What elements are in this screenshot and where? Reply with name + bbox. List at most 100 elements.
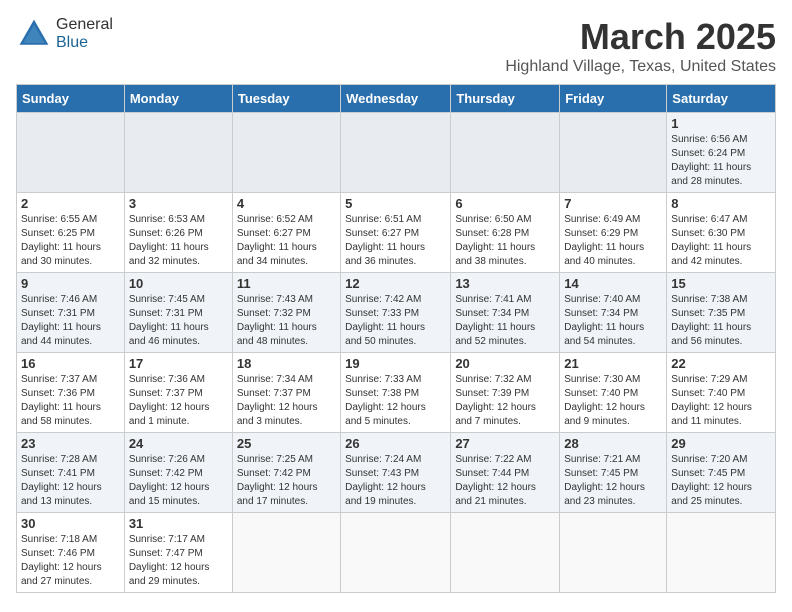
day-info: Sunrise: 7:22 AM Sunset: 7:44 PM Dayligh… xyxy=(455,453,555,509)
calendar-cell: 17Sunrise: 7:36 AM Sunset: 7:37 PM Dayli… xyxy=(124,353,232,433)
day-info: Sunrise: 7:28 AM Sunset: 7:41 PM Dayligh… xyxy=(21,453,120,509)
calendar-cell: 3 Sunrise: 6:53 AM Sunset: 6:26 PM Daylig… xyxy=(124,193,232,273)
calendar-cell: 16 Sunrise: 7:37 AM Sunset: 7:36 PM Dayli… xyxy=(17,353,125,433)
day-info: Sunrise: 7:43 AM Sunset: 7:32 PM Dayligh… xyxy=(237,293,336,349)
day-number: 6 xyxy=(455,196,555,211)
day-info: Sunrise: 7:24 AM Sunset: 7:43 PM Dayligh… xyxy=(345,453,446,509)
day-header-sunday: Sunday xyxy=(17,85,125,113)
day-number: 20 xyxy=(455,356,555,371)
month-title: March 2025 xyxy=(505,16,776,58)
day-header-tuesday: Tuesday xyxy=(232,85,340,113)
calendar-cell: 5Sunrise: 6:51 AM Sunset: 6:27 PM Daylig… xyxy=(341,193,451,273)
day-info: Sunrise: 6:56 AM Sunset: 6:24 PM Dayligh… xyxy=(671,133,771,189)
day-number: 30 xyxy=(21,516,120,531)
calendar-cell xyxy=(232,113,340,193)
day-info: Sunrise: 7:34 AM Sunset: 7:37 PM Dayligh… xyxy=(237,373,336,429)
day-number: 24 xyxy=(129,436,228,451)
day-info: Sunrise: 7:29 AM Sunset: 7:40 PM Dayligh… xyxy=(671,373,771,429)
day-info: Sunrise: 7:41 AM Sunset: 7:34 PM Dayligh… xyxy=(455,293,555,349)
day-info: Sunrise: 6:52 AM Sunset: 6:27 PM Dayligh… xyxy=(237,213,336,269)
calendar-cell: 7 Sunrise: 6:49 AM Sunset: 6:29 PM Daylig… xyxy=(560,193,667,273)
day-number: 16 xyxy=(21,356,120,371)
day-number: 28 xyxy=(564,436,662,451)
calendar-cell: 2 Sunrise: 6:55 AM Sunset: 6:25 PM Daylig… xyxy=(17,193,125,273)
calendar-cell: 8 Sunrise: 6:47 AM Sunset: 6:30 PM Daylig… xyxy=(667,193,776,273)
day-info: Sunrise: 7:26 AM Sunset: 7:42 PM Dayligh… xyxy=(129,453,228,509)
week-row-5: 23 Sunrise: 7:28 AM Sunset: 7:41 PM Dayli… xyxy=(17,433,776,513)
calendar-cell xyxy=(451,513,560,593)
calendar-cell: 13Sunrise: 7:41 AM Sunset: 7:34 PM Dayli… xyxy=(451,273,560,353)
day-info: Sunrise: 7:45 AM Sunset: 7:31 PM Dayligh… xyxy=(129,293,228,349)
logo-text: General Blue xyxy=(56,16,113,51)
week-row-3: 9Sunrise: 7:46 AM Sunset: 7:31 PM Daylig… xyxy=(17,273,776,353)
calendar-cell: 19 Sunrise: 7:33 AM Sunset: 7:38 PM Dayli… xyxy=(341,353,451,433)
calendar-cell: 26 Sunrise: 7:24 AM Sunset: 7:43 PM Dayli… xyxy=(341,433,451,513)
day-number: 14 xyxy=(564,276,662,291)
day-info: Sunrise: 6:55 AM Sunset: 6:25 PM Dayligh… xyxy=(21,213,120,269)
page-container: General Blue March 2025 Highland Village… xyxy=(16,16,776,593)
calendar-cell: 18Sunrise: 7:34 AM Sunset: 7:37 PM Dayli… xyxy=(232,353,340,433)
calendar-cell: 6 Sunrise: 6:50 AM Sunset: 6:28 PM Daylig… xyxy=(451,193,560,273)
day-info: Sunrise: 6:47 AM Sunset: 6:30 PM Dayligh… xyxy=(671,213,771,269)
day-number: 19 xyxy=(345,356,446,371)
calendar-cell: 27 Sunrise: 7:22 AM Sunset: 7:44 PM Dayli… xyxy=(451,433,560,513)
day-number: 23 xyxy=(21,436,120,451)
calendar-cell xyxy=(341,113,451,193)
day-info: Sunrise: 7:30 AM Sunset: 7:40 PM Dayligh… xyxy=(564,373,662,429)
day-number: 4 xyxy=(237,196,336,211)
day-number: 22 xyxy=(671,356,771,371)
calendar-cell xyxy=(17,113,125,193)
day-number: 2 xyxy=(21,196,120,211)
day-number: 12 xyxy=(345,276,446,291)
day-number: 27 xyxy=(455,436,555,451)
logo-icon xyxy=(16,16,52,52)
calendar-cell: 31 Sunrise: 7:17 AM Sunset: 7:47 PM Dayli… xyxy=(124,513,232,593)
day-number: 29 xyxy=(671,436,771,451)
calendar-cell: 11 Sunrise: 7:43 AM Sunset: 7:32 PM Dayli… xyxy=(232,273,340,353)
day-info: Sunrise: 7:40 AM Sunset: 7:34 PM Dayligh… xyxy=(564,293,662,349)
calendar-cell: 15 Sunrise: 7:38 AM Sunset: 7:35 PM Dayli… xyxy=(667,273,776,353)
day-info: Sunrise: 7:46 AM Sunset: 7:31 PM Dayligh… xyxy=(21,293,120,349)
calendar-cell: 23 Sunrise: 7:28 AM Sunset: 7:41 PM Dayli… xyxy=(17,433,125,513)
day-number: 8 xyxy=(671,196,771,211)
day-info: Sunrise: 6:53 AM Sunset: 6:26 PM Dayligh… xyxy=(129,213,228,269)
day-number: 10 xyxy=(129,276,228,291)
calendar-cell: 20 Sunrise: 7:32 AM Sunset: 7:39 PM Dayli… xyxy=(451,353,560,433)
calendar-cell: 12Sunrise: 7:42 AM Sunset: 7:33 PM Dayli… xyxy=(341,273,451,353)
week-row-6: 30 Sunrise: 7:18 AM Sunset: 7:46 PM Dayli… xyxy=(17,513,776,593)
day-number: 31 xyxy=(129,516,228,531)
day-info: Sunrise: 7:21 AM Sunset: 7:45 PM Dayligh… xyxy=(564,453,662,509)
day-number: 7 xyxy=(564,196,662,211)
day-header-thursday: Thursday xyxy=(451,85,560,113)
calendar-cell: 14 Sunrise: 7:40 AM Sunset: 7:34 PM Dayli… xyxy=(560,273,667,353)
day-info: Sunrise: 7:17 AM Sunset: 7:47 PM Dayligh… xyxy=(129,533,228,589)
calendar-cell: 28 Sunrise: 7:21 AM Sunset: 7:45 PM Dayli… xyxy=(560,433,667,513)
day-info: Sunrise: 6:50 AM Sunset: 6:28 PM Dayligh… xyxy=(455,213,555,269)
calendar-cell xyxy=(667,513,776,593)
day-info: Sunrise: 7:20 AM Sunset: 7:45 PM Dayligh… xyxy=(671,453,771,509)
day-number: 3 xyxy=(129,196,228,211)
day-info: Sunrise: 7:38 AM Sunset: 7:35 PM Dayligh… xyxy=(671,293,771,349)
calendar-cell: 21Sunrise: 7:30 AM Sunset: 7:40 PM Dayli… xyxy=(560,353,667,433)
day-number: 26 xyxy=(345,436,446,451)
day-info: Sunrise: 7:18 AM Sunset: 7:46 PM Dayligh… xyxy=(21,533,120,589)
day-number: 11 xyxy=(237,276,336,291)
logo: General Blue xyxy=(16,16,113,52)
title-section: March 2025 Highland Village, Texas, Unit… xyxy=(505,16,776,76)
calendar-cell: 30 Sunrise: 7:18 AM Sunset: 7:46 PM Dayli… xyxy=(17,513,125,593)
day-number: 5 xyxy=(345,196,446,211)
day-number: 15 xyxy=(671,276,771,291)
day-number: 1 xyxy=(671,116,771,131)
day-info: Sunrise: 7:36 AM Sunset: 7:37 PM Dayligh… xyxy=(129,373,228,429)
calendar-cell: 22 Sunrise: 7:29 AM Sunset: 7:40 PM Dayli… xyxy=(667,353,776,433)
day-info: Sunrise: 7:37 AM Sunset: 7:36 PM Dayligh… xyxy=(21,373,120,429)
calendar-table: SundayMondayTuesdayWednesdayThursdayFrid… xyxy=(16,84,776,593)
day-header-saturday: Saturday xyxy=(667,85,776,113)
calendar-cell: 29 Sunrise: 7:20 AM Sunset: 7:45 PM Dayli… xyxy=(667,433,776,513)
day-info: Sunrise: 7:33 AM Sunset: 7:38 PM Dayligh… xyxy=(345,373,446,429)
calendar-cell: 4 Sunrise: 6:52 AM Sunset: 6:27 PM Daylig… xyxy=(232,193,340,273)
calendar-cell xyxy=(124,113,232,193)
day-info: Sunrise: 7:32 AM Sunset: 7:39 PM Dayligh… xyxy=(455,373,555,429)
week-row-2: 2 Sunrise: 6:55 AM Sunset: 6:25 PM Daylig… xyxy=(17,193,776,273)
day-info: Sunrise: 6:49 AM Sunset: 6:29 PM Dayligh… xyxy=(564,213,662,269)
